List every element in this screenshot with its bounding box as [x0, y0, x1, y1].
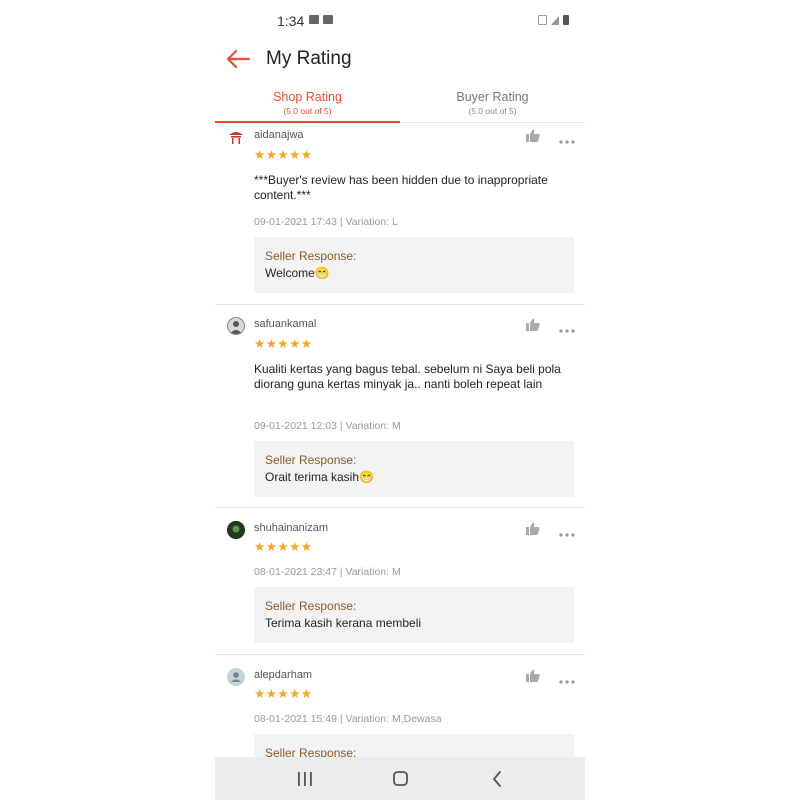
thumbs-up-icon	[526, 669, 540, 682]
more-options-button[interactable]	[558, 132, 576, 144]
user-photo-icon	[227, 521, 245, 539]
recents-button[interactable]	[293, 768, 317, 790]
tab-shop-rating-label: Shop Rating	[273, 90, 342, 104]
seller-response: Seller Response: Welcome😁	[254, 237, 574, 293]
more-options-button[interactable]	[558, 672, 576, 684]
app-header: My Rating	[215, 40, 585, 80]
seller-response-text: Welcome😁	[265, 266, 330, 280]
back-button[interactable]	[225, 48, 251, 70]
thumbs-up-icon	[526, 522, 540, 535]
system-nav-bar	[215, 757, 585, 800]
review-username[interactable]: safuankamal	[254, 318, 316, 330]
status-bar: 1:34	[215, 0, 585, 40]
back-chevron-icon	[493, 771, 501, 787]
review-meta: 08-01-2021 15:49 | Variation: M,Dewasa	[254, 713, 442, 725]
avatar[interactable]	[227, 668, 245, 686]
review-meta: 09-01-2021 12:03 | Variation: M	[254, 420, 401, 432]
recents-icon	[298, 772, 312, 786]
seller-response-label: Seller Response:	[265, 746, 357, 757]
tab-buyer-rating-label: Buyer Rating	[456, 90, 529, 104]
review-username[interactable]: aidanajwa	[254, 129, 304, 141]
seller-response-label: Seller Response:	[265, 599, 357, 613]
avatar[interactable]	[227, 317, 245, 335]
review-username[interactable]: alepdarham	[254, 669, 312, 681]
like-button[interactable]	[526, 318, 540, 331]
star-rating: ★★★★★	[254, 148, 313, 162]
seller-response: Seller Response: Terima kasih kerana mem…	[254, 587, 574, 643]
status-notification-icons	[309, 15, 333, 24]
more-horizontal-icon	[559, 533, 575, 537]
home-icon	[393, 771, 408, 786]
review-item: alepdarham ★★★★★ 08-01-2021 15:49 | Vari…	[215, 655, 585, 757]
reviews-list[interactable]: aidanajwa ★★★★★ ***Buyer's review has be…	[215, 123, 585, 757]
more-horizontal-icon	[559, 140, 575, 144]
more-horizontal-icon	[559, 680, 575, 684]
seller-response-label: Seller Response:	[265, 453, 357, 467]
seller-response: Seller Response:	[254, 734, 574, 757]
review-item: aidanajwa ★★★★★ ***Buyer's review has be…	[215, 123, 585, 305]
like-button[interactable]	[526, 669, 540, 682]
star-rating: ★★★★★	[254, 540, 313, 554]
rating-tabs: Shop Rating (5.0 out of 5) Buyer Rating …	[215, 86, 585, 123]
star-rating: ★★★★★	[254, 337, 313, 351]
review-username[interactable]: shuhainanizam	[254, 522, 328, 534]
more-options-button[interactable]	[558, 525, 576, 537]
avatar[interactable]	[227, 521, 245, 539]
signal-icon	[551, 16, 559, 25]
tab-shop-rating[interactable]: Shop Rating (5.0 out of 5)	[215, 86, 400, 123]
review-item: shuhainanizam ★★★★★ 08-01-2021 23:47 | V…	[215, 508, 585, 655]
tab-buyer-rating[interactable]: Buyer Rating (5.0 out of 5)	[400, 86, 585, 122]
tab-shop-rating-score: (5.0 out of 5)	[283, 106, 332, 116]
seller-response-text: Orait terima kasih😁	[265, 470, 374, 484]
more-options-button[interactable]	[558, 321, 576, 333]
thumbs-up-icon	[526, 318, 540, 331]
thumbs-up-icon	[526, 129, 540, 142]
review-meta: 08-01-2021 23:47 | Variation: M	[254, 566, 401, 578]
review-meta: 09-01-2021 17:43 | Variation: L	[254, 216, 398, 228]
no-sim-icon	[538, 15, 547, 25]
battery-icon	[563, 15, 569, 25]
home-button[interactable]	[388, 768, 412, 790]
user-photo-icon	[230, 321, 242, 334]
like-button[interactable]	[526, 522, 540, 535]
like-button[interactable]	[526, 129, 540, 142]
avatar[interactable]	[227, 128, 245, 146]
status-time: 1:34	[277, 13, 305, 29]
seller-response-label: Seller Response:	[265, 249, 357, 263]
tab-buyer-rating-score: (5.0 out of 5)	[468, 106, 517, 116]
review-item: safuankamal ★★★★★ Kualiti kertas yang ba…	[215, 305, 585, 508]
seller-response: Seller Response: Orait terima kasih😁	[254, 441, 574, 497]
star-rating: ★★★★★	[254, 687, 313, 701]
arrow-left-icon	[226, 49, 251, 69]
phone-screen: 1:34 My Rating Shop Rating (5.0 out of 5…	[215, 0, 585, 800]
notification-icon	[323, 15, 333, 24]
default-user-icon	[231, 672, 241, 682]
seller-response-text: Terima kasih kerana membeli	[265, 616, 422, 630]
page-title: My Rating	[266, 48, 352, 69]
review-text: ***Buyer's review has been hidden due to…	[254, 173, 548, 202]
status-system-icons	[538, 15, 569, 25]
system-back-button[interactable]	[485, 768, 509, 790]
review-text: Kualiti kertas yang bagus tebal. sebelum…	[254, 362, 561, 391]
more-horizontal-icon	[559, 329, 575, 333]
gallery-icon	[309, 15, 319, 24]
shop-logo-icon	[229, 132, 243, 144]
